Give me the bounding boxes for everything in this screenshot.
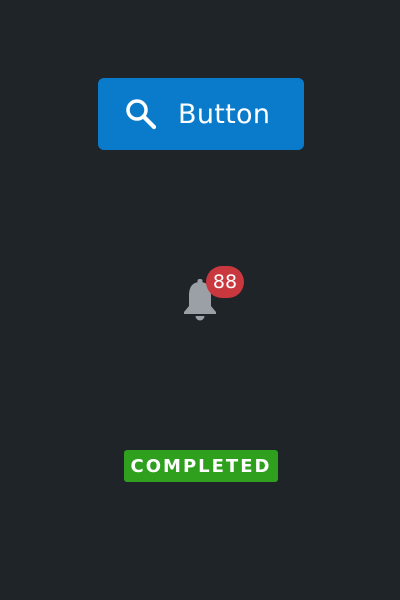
page: Button 88 COMPLETED: [0, 0, 400, 600]
search-icon: [124, 97, 158, 131]
status-badge: COMPLETED: [124, 450, 278, 482]
notification-count-badge: 88: [206, 266, 244, 298]
button-label: Button: [178, 98, 271, 130]
search-button[interactable]: Button: [98, 78, 304, 150]
